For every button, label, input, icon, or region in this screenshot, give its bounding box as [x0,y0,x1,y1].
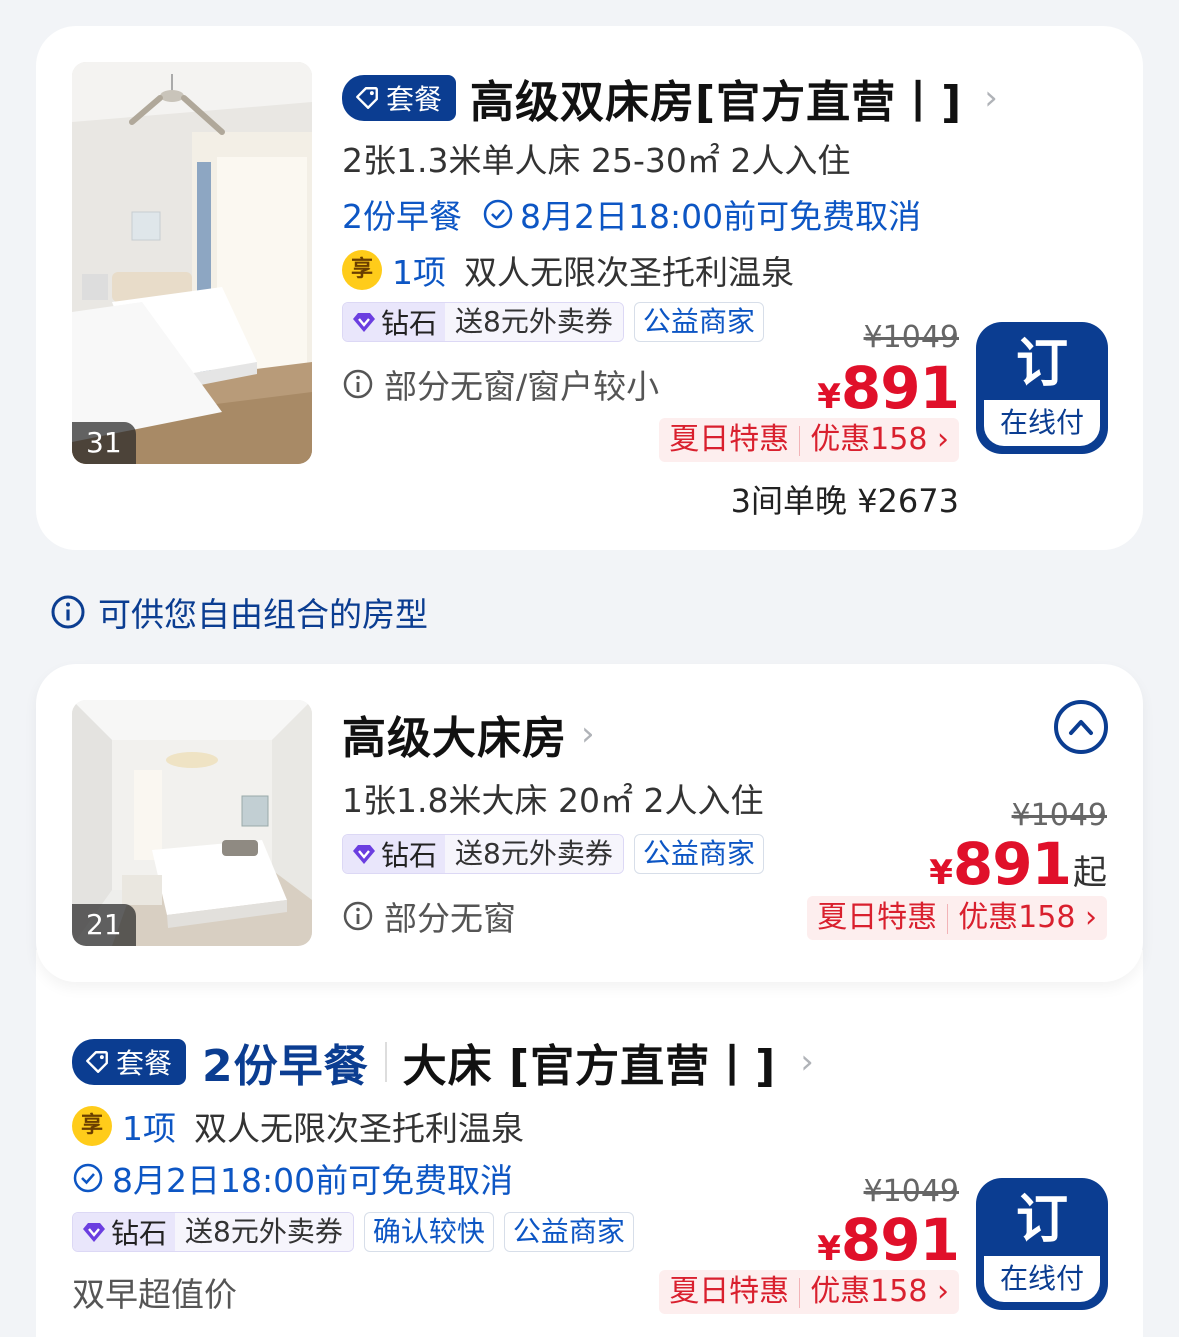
enjoy-count: 1项 [392,253,446,292]
free-cancel-label: 8月2日18:00前可免费取消 [112,1161,514,1200]
heart-diamond-icon [83,1223,105,1242]
current-price: ¥891 [817,1206,960,1274]
book-button[interactable]: 订 在线付 [976,322,1108,454]
value-note: 双早超值价 [72,1275,237,1314]
charity-tag: 公益商家 [503,1212,634,1252]
window-note: 部分无窗 [342,892,516,940]
promo-badge[interactable]: 夏日特惠 优惠158 › [807,896,1107,940]
tags-row: 钻石 送8元外卖券 确认较快 公益商家 [72,1212,634,1252]
current-price: ¥891 [817,354,960,422]
original-price: ¥1049 [863,320,959,355]
room-photo[interactable]: 31 [72,62,312,464]
room-title-row[interactable]: 高级大床房 › [342,702,595,766]
book-button[interactable]: 订 在线付 [976,1178,1108,1310]
charity-tag: 公益商家 [633,302,764,342]
chevron-right-icon: › [937,422,949,457]
cancel-row: 8月2日18:00前可免费取消 [72,1154,513,1202]
tag-icon [86,1051,108,1073]
check-circle-icon [73,1163,103,1193]
room-photo[interactable]: 21 [72,700,312,946]
current-price: ¥891起 [929,830,1107,898]
promo-badge[interactable]: 夏日特惠 优惠158 › [659,418,959,462]
chevron-right-icon: › [1085,900,1097,935]
diamond-tag: 钻石 送8元外卖券 [72,1212,354,1252]
window-note: 部分无窗/窗户较小 [342,360,659,408]
twin-room-image [72,62,312,464]
room-card-king[interactable]: 21 高级大床房 › 1张1.8米大床 20㎡ 2人入住 钻石 送8元外卖券 公… [36,664,1143,982]
chevron-right-icon: › [581,714,595,754]
diamond-tag: 钻石 送8元外卖券 [342,834,624,874]
charity-tag: 公益商家 [633,834,764,874]
bed-info: 1张1.8米大床 20㎡ 2人入住 [342,781,764,820]
room-card-twin[interactable]: 31 套餐 高级双床房[官方直营丨] › 2张1.3米单人床 25-30㎡ 2人… [36,26,1143,550]
chevron-up-icon [1069,720,1093,735]
info-icon [343,369,373,399]
rate-title-row[interactable]: 套餐 2份早餐 大床 [官方直营丨] › [72,1030,814,1094]
diamond-tag: 钻石 送8元外卖券 [342,302,624,342]
rate-plan-card[interactable]: 套餐 2份早餐 大床 [官方直营丨] › 享 1项 双人无限次圣托利温泉 8月2… [36,950,1143,1337]
room-title: 高级双床房[官方直营丨] [470,77,963,128]
room-title: 高级大床房 [342,713,567,764]
photo-count-badge: 21 [72,904,136,946]
enjoy-count: 1项 [122,1109,176,1148]
enjoy-icon: 享 [72,1106,112,1146]
original-price: ¥1049 [863,1174,959,1209]
breakfast-cancel-row: 2份早餐 8月2日18:00前可免费取消 [342,190,921,238]
total-price: 3间单晚 ¥2673 [730,482,959,520]
package-tag: 套餐 [342,75,457,121]
bed-info: 2张1.3米单人床 25-30㎡ 2人入住 [342,141,851,180]
info-icon [51,595,85,629]
original-price: ¥1049 [1011,798,1107,833]
promo-badge[interactable]: 夏日特惠 优惠158 › [659,1270,959,1314]
enjoy-icon: 享 [342,250,382,290]
info-icon [343,901,373,931]
room-title-row[interactable]: 套餐 高级双床房[官方直营丨] › [342,66,998,130]
tags-row: 钻石 送8元外卖券 公益商家 [342,834,764,874]
enjoy-row[interactable]: 享 1项 双人无限次圣托利温泉 [342,246,794,294]
breakfast-title: 2份早餐 [202,1041,369,1092]
enjoy-text: 双人无限次圣托利温泉 [464,253,794,292]
tag-icon [356,87,378,109]
bed-title: 大床 [官方直营丨] [402,1041,777,1092]
heart-diamond-icon [353,313,375,332]
breakfast-label: 2份早餐 [342,197,462,236]
photo-count-badge: 31 [72,422,136,464]
enjoy-row[interactable]: 享 1项 双人无限次圣托利温泉 [72,1102,524,1150]
enjoy-text: 双人无限次圣托利温泉 [194,1109,524,1148]
combination-notice: 可供您自由组合的房型 [50,588,428,636]
check-circle-icon [483,199,513,229]
collapse-button[interactable] [1054,700,1108,754]
chevron-right-icon: › [937,1274,949,1309]
package-tag: 套餐 [72,1039,187,1085]
chevron-right-icon: › [800,1042,814,1082]
chevron-right-icon: › [984,78,998,118]
confirm-fast-tag: 确认较快 [363,1212,494,1252]
tags-row: 钻石 送8元外卖券 公益商家 [342,302,764,342]
heart-diamond-icon [353,845,375,864]
free-cancel-label: 8月2日18:00前可免费取消 [520,197,922,236]
